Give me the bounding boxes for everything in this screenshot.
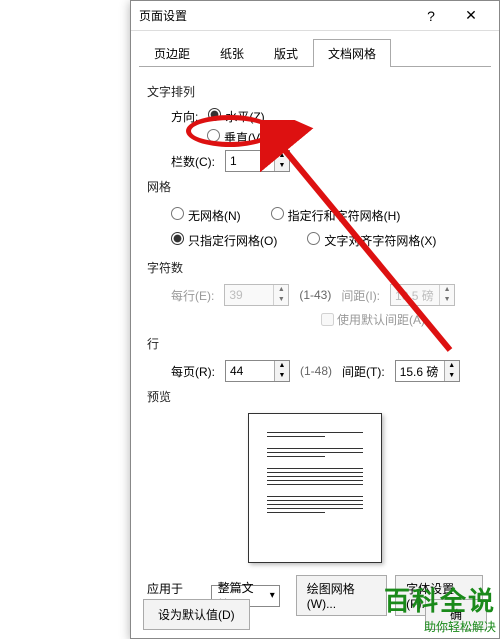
line-spacing-input[interactable] bbox=[396, 361, 444, 381]
annotation-ellipse bbox=[186, 115, 274, 147]
watermark-title: 百科全说 bbox=[384, 581, 496, 618]
titlebar: 页面设置 ? ✕ bbox=[131, 1, 499, 31]
char-spacing-input bbox=[391, 285, 439, 305]
line-spacing-label: 间距(T): bbox=[342, 363, 385, 380]
line-spacing-spinner[interactable]: ▲▼ bbox=[395, 360, 460, 382]
preview-page bbox=[248, 413, 382, 563]
radio-specify-chars[interactable]: 指定行和字符网格(H) bbox=[271, 207, 401, 224]
char-spacing-label: 间距(I): bbox=[341, 287, 380, 304]
per-line-range: (1-43) bbox=[299, 288, 331, 302]
spin-down-icon[interactable]: ▼ bbox=[275, 161, 289, 171]
columns-input[interactable] bbox=[226, 151, 274, 171]
spin-down-icon[interactable]: ▼ bbox=[445, 371, 459, 381]
help-button[interactable]: ? bbox=[411, 2, 451, 30]
spin-up-icon[interactable]: ▲ bbox=[275, 151, 289, 161]
tab-document-grid[interactable]: 文档网格 bbox=[313, 39, 391, 67]
radio-align-chars[interactable]: 文字对齐字符网格(X) bbox=[307, 232, 436, 249]
per-line-spinner: ▲▼ bbox=[224, 284, 289, 306]
radio-no-grid[interactable]: 无网格(N) bbox=[171, 207, 241, 224]
tab-layout[interactable]: 版式 bbox=[259, 39, 313, 67]
section-chars: 字符数 bbox=[147, 259, 483, 276]
tab-strip: 页边距 纸张 版式 文档网格 bbox=[139, 39, 491, 67]
section-grid: 网格 bbox=[147, 178, 483, 195]
columns-label: 栏数(C): bbox=[171, 153, 215, 170]
per-page-label: 每页(R): bbox=[171, 363, 215, 380]
per-page-spinner[interactable]: ▲▼ bbox=[225, 360, 290, 382]
per-page-range: (1-48) bbox=[300, 364, 332, 378]
section-text-flow: 文字排列 bbox=[147, 83, 483, 100]
dialog-title: 页面设置 bbox=[139, 7, 411, 24]
watermark: 百科全说 助你轻松解决 bbox=[384, 581, 496, 635]
spin-up-icon: ▲ bbox=[440, 285, 454, 295]
tab-margins[interactable]: 页边距 bbox=[139, 39, 205, 67]
columns-spinner[interactable]: ▲▼ bbox=[225, 150, 290, 172]
watermark-subtitle: 助你轻松解决 bbox=[384, 618, 496, 635]
page-setup-dialog: 页面设置 ? ✕ 页边距 纸张 版式 文档网格 文字排列 方向: 水平(Z) 垂… bbox=[130, 0, 500, 639]
per-line-label: 每行(E): bbox=[171, 287, 214, 304]
set-default-button[interactable]: 设为默认值(D) bbox=[143, 599, 250, 630]
default-spacing-label: 使用默认间距(A) bbox=[337, 311, 425, 328]
section-lines: 行 bbox=[147, 335, 483, 352]
spin-up-icon[interactable]: ▲ bbox=[275, 361, 289, 371]
tab-paper[interactable]: 纸张 bbox=[205, 39, 259, 67]
spin-down-icon: ▼ bbox=[274, 295, 288, 305]
spin-up-icon[interactable]: ▲ bbox=[445, 361, 459, 371]
radio-lines-only[interactable]: 只指定行网格(O) bbox=[171, 232, 277, 249]
default-spacing-checkbox bbox=[321, 313, 334, 326]
dialog-content: 文字排列 方向: 水平(Z) 垂直(V) 栏数(C): ▲▼ 网格 无网格(N)… bbox=[131, 67, 499, 626]
per-line-input bbox=[225, 285, 273, 305]
per-page-input[interactable] bbox=[226, 361, 274, 381]
section-preview: 预览 bbox=[147, 388, 483, 405]
spin-down-icon[interactable]: ▼ bbox=[275, 371, 289, 381]
char-spacing-spinner: ▲▼ bbox=[390, 284, 455, 306]
spin-up-icon: ▲ bbox=[274, 285, 288, 295]
spin-down-icon: ▼ bbox=[440, 295, 454, 305]
default-spacing-row: 使用默认间距(A) bbox=[317, 310, 483, 329]
close-button[interactable]: ✕ bbox=[451, 2, 491, 30]
